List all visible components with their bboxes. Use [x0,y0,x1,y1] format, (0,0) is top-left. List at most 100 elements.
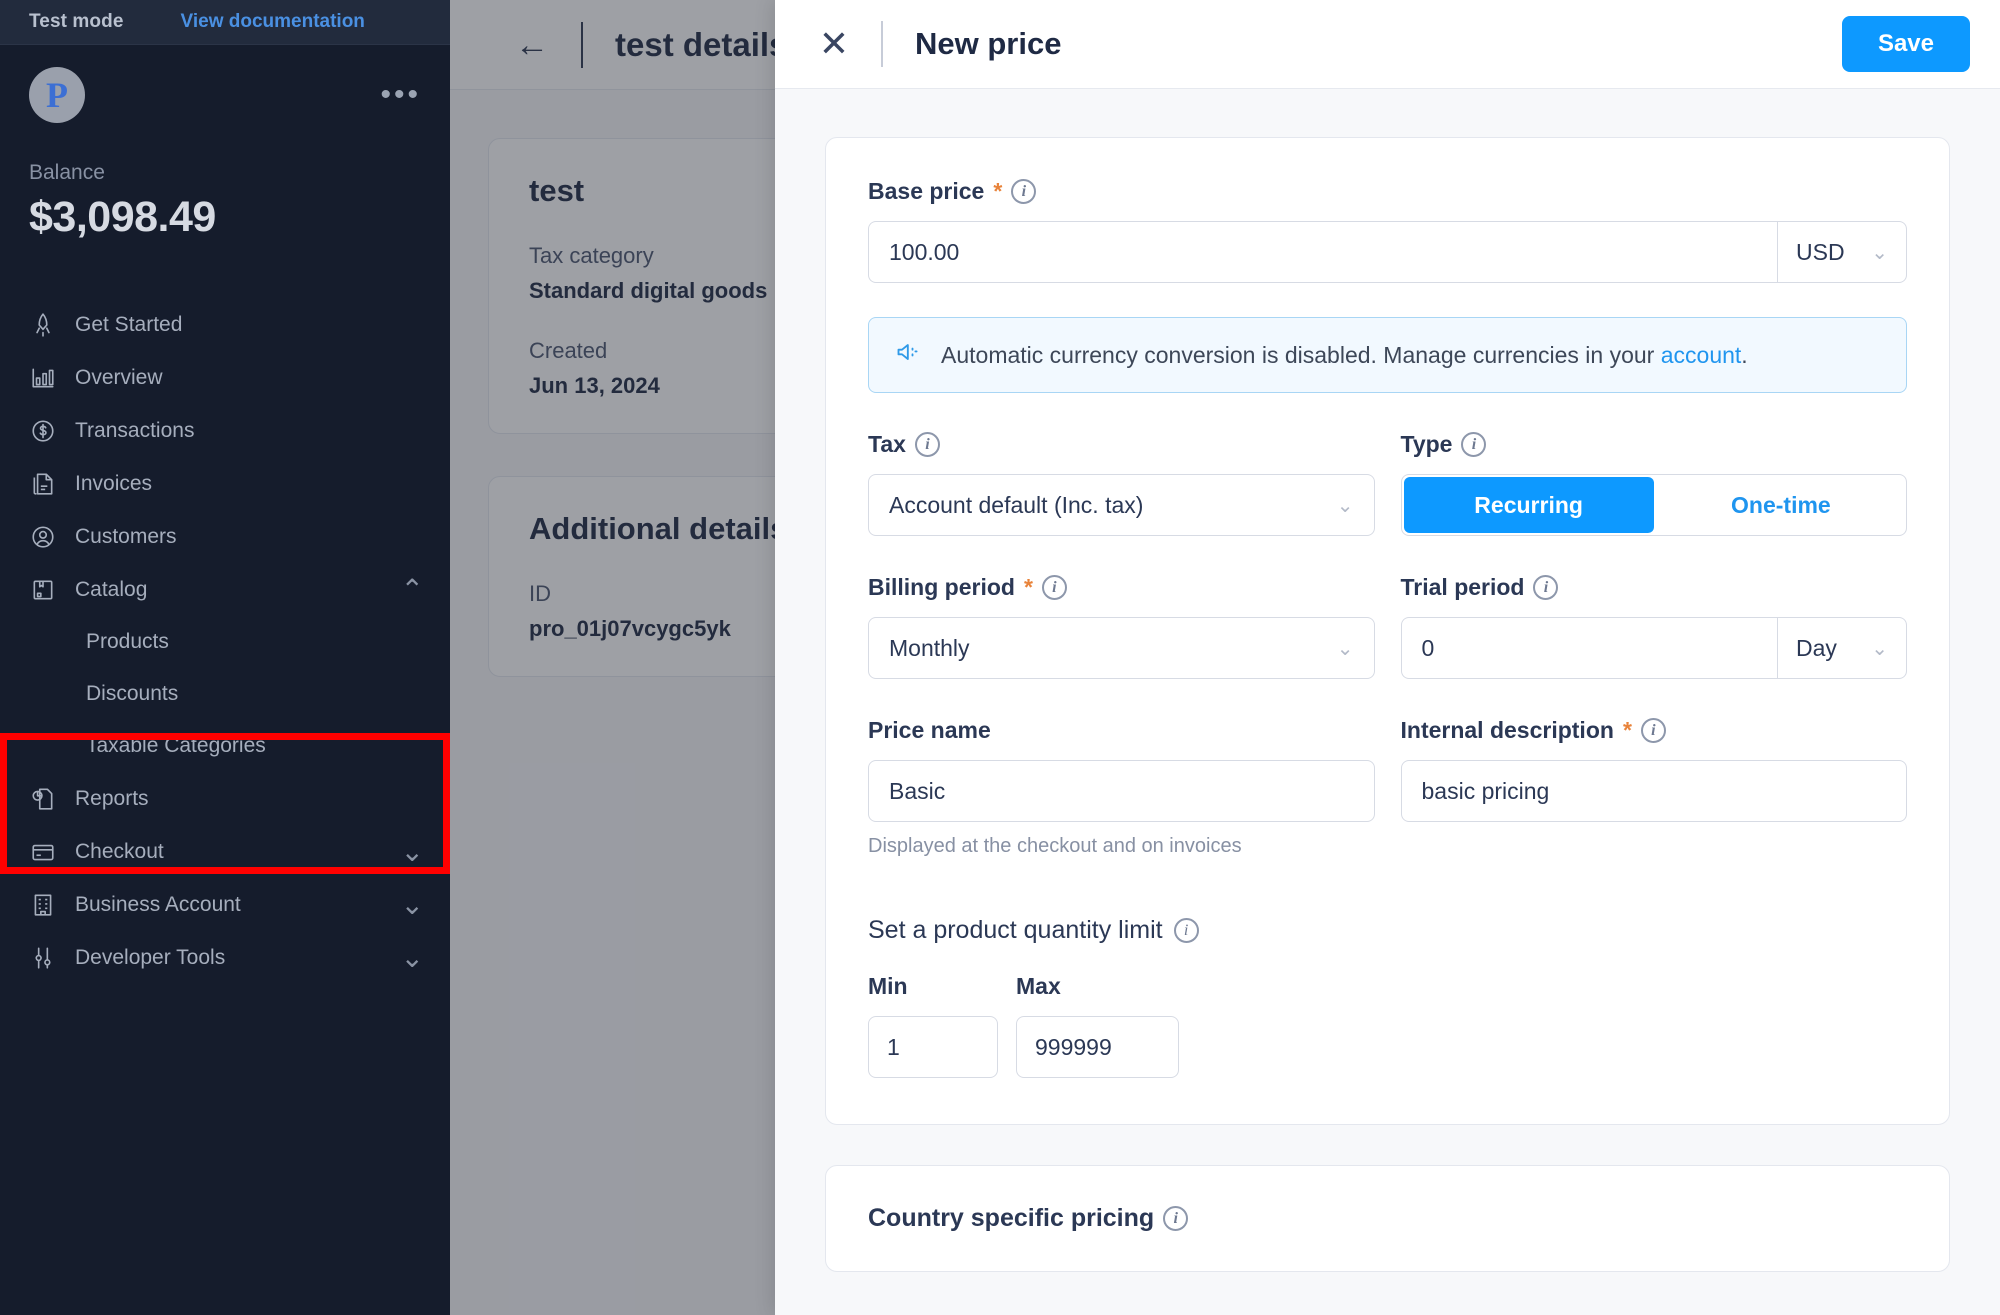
sidebar-item-label: Get Started [75,312,183,336]
type-segmented-control: Recurring One-time [1400,474,1907,536]
currency-value: USD [1796,238,1845,265]
save-button[interactable]: Save [1841,16,1970,72]
min-label: Min [868,973,908,999]
bar-chart-icon [30,365,64,391]
rocket-icon [30,312,64,338]
new-price-modal: ✕ New price Save Base price * i USD ⌄ [775,0,2000,1315]
tax-value: Account default (Inc. tax) [889,491,1144,518]
billing-period-label-text: Billing period [868,574,1015,600]
balance-label: Balance [29,161,105,184]
price-name-input[interactable] [868,760,1375,822]
base-price-input[interactable] [868,221,1777,283]
info-icon[interactable]: i [1173,918,1199,943]
sidebar-item-label: Business Account [75,892,241,916]
base-price-label: Base price * i [868,178,1907,205]
chevron-down-icon[interactable]: ⌄ [401,888,424,921]
close-icon[interactable]: ✕ [817,26,851,62]
sidebar-item-label: Transactions [75,418,195,442]
required-mark: * [993,178,1003,204]
modal-body: Base price * i USD ⌄ Automatic currency c… [775,89,2000,1315]
brand-avatar[interactable]: P [29,67,85,123]
currency-conversion-banner: Automatic currency conversion is disable… [868,317,1907,393]
type-label: Type i [1401,431,1908,458]
tax-select[interactable]: Account default (Inc. tax) ⌄ [868,474,1375,536]
max-quantity-input[interactable] [1016,1016,1179,1078]
required-mark: * [1023,574,1033,600]
info-icon[interactable]: i [1163,1206,1189,1231]
sidebar-item-taxable-categories[interactable]: Taxable Categories [0,720,450,772]
trial-period-field: Trial period i Day ⌄ [1400,574,1907,679]
test-mode-label: Test mode [29,11,124,32]
info-icon[interactable]: i [1011,179,1037,204]
chevron-up-icon[interactable]: ⌃ [401,573,424,606]
dollar-circle-icon [30,418,64,444]
type-field: Type i Recurring One-time [1400,431,1908,536]
chevron-down-icon: ⌄ [1336,637,1354,660]
chevron-down-icon[interactable]: ⌄ [401,941,424,974]
more-options-icon[interactable]: ••• [380,80,421,110]
report-icon [30,786,64,812]
view-documentation-link[interactable]: View documentation [181,11,365,33]
base-price-combo: USD ⌄ [868,221,1907,283]
billing-period-label: Billing period * i [868,574,1375,601]
sidebar-subitem-label: Taxable Categories [86,734,266,757]
quantity-limit-inputs [868,1016,1907,1078]
sidebar-item-invoices[interactable]: Invoices [0,457,450,510]
info-icon[interactable]: i [1533,575,1559,600]
sidebar-item-customers[interactable]: Customers [0,510,450,563]
sidebar-item-get-started[interactable]: Get Started [0,298,450,351]
sidebar-item-catalog[interactable]: Catalog ⌃ [0,563,450,616]
base-price-label-text: Base price [868,178,985,204]
sidebar-item-discounts[interactable]: Discounts [0,668,450,720]
trial-period-input[interactable] [1400,617,1777,679]
sidebar-item-reports[interactable]: Reports [0,772,450,825]
invoice-icon [30,471,64,497]
sidebar-subitem-label: Products [86,630,169,653]
type-option-one-time[interactable]: One-time [1656,475,1906,535]
country-specific-pricing-title-text: Country specific pricing [868,1204,1155,1232]
internal-description-input[interactable] [1400,760,1907,822]
info-icon[interactable]: i [1640,718,1666,743]
sidebar-item-transactions[interactable]: Transactions [0,404,450,457]
billing-period-value: Monthly [889,634,970,661]
sidebar-item-business-account[interactable]: Business Account ⌄ [0,878,450,931]
tax-field: Tax i Account default (Inc. tax) ⌄ [868,431,1375,536]
balance-amount: $3,098.49 [29,193,216,241]
sidebar-item-overview[interactable]: Overview [0,351,450,404]
sidebar-subitem-label: Discounts [86,682,179,705]
chevron-down-icon[interactable]: ⌄ [401,835,424,868]
min-quantity-input[interactable] [868,1016,998,1078]
billing-period-select[interactable]: Monthly ⌄ [868,617,1375,679]
info-icon[interactable]: i [914,432,940,457]
sidebar-item-label: Reports [75,786,149,810]
test-mode-bar: Test mode View documentation [0,0,450,45]
billing-trial-row: Billing period * i Monthly ⌄ Trial period… [868,574,1907,679]
sidebar-item-checkout[interactable]: Checkout ⌄ [0,825,450,878]
internal-description-label: Internal description * i [1401,717,1908,744]
sidebar-item-label: Overview [75,365,163,389]
sidebar-item-products[interactable]: Products [0,616,450,668]
account-link[interactable]: account [1661,342,1742,368]
currency-select[interactable]: USD ⌄ [1777,221,1907,283]
quantity-limit-headers: Min Max [868,973,1907,1000]
internal-description-label-text: Internal description [1400,717,1614,743]
trial-period-unit-value: Day [1796,634,1837,661]
card-icon [30,839,64,865]
user-circle-icon [30,524,64,550]
price-name-field: Price name Displayed at the checkout and… [868,717,1375,858]
sidebar-item-label: Customers [75,524,177,548]
country-specific-pricing-card: Country specific pricing i [825,1165,1950,1272]
required-mark: * [1622,717,1632,743]
trial-period-unit-select[interactable]: Day ⌄ [1777,617,1907,679]
type-option-recurring[interactable]: Recurring [1403,477,1654,533]
sidebar-item-developer-tools[interactable]: Developer Tools ⌄ [0,931,450,984]
chevron-down-icon: ⌄ [1871,241,1888,264]
sidebar-item-label: Developer Tools [75,945,226,969]
info-icon[interactable]: i [1041,575,1067,600]
trial-period-label-text: Trial period [1400,574,1525,600]
megaphone-icon [895,338,923,372]
box-icon [30,577,64,603]
sliders-icon [30,945,64,971]
info-icon[interactable]: i [1461,432,1487,457]
price-name-label: Price name [868,717,1375,744]
